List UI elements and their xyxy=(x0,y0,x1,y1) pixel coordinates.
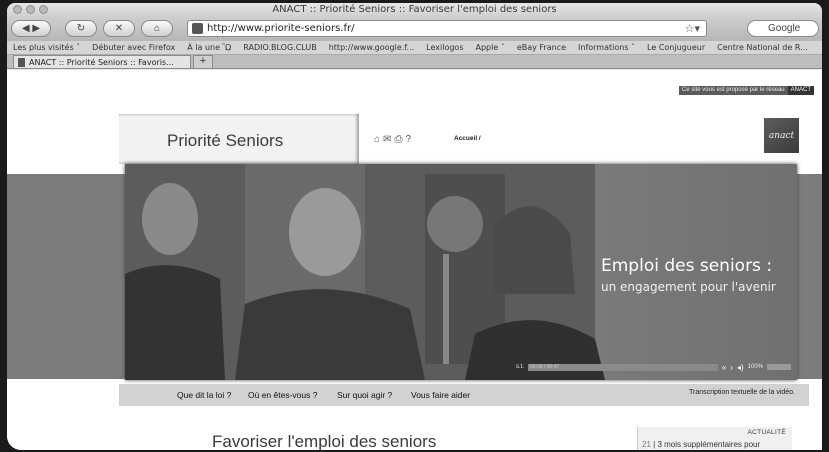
video-player-controls: s.t. 00:00 / 00:47 « › ◂) 100% xyxy=(516,362,791,372)
site-title[interactable]: Priorité Seniors xyxy=(167,131,283,151)
nav-item-vous-faire-aider[interactable]: Vous faire aider xyxy=(411,390,470,400)
search-engine-label[interactable]: Google xyxy=(768,23,800,34)
back-forward-button[interactable]: ◀ ▶ xyxy=(11,20,51,37)
home-icon: ⌂ xyxy=(153,23,161,34)
breadcrumb[interactable]: Accueil / xyxy=(454,135,481,142)
home-icon[interactable]: ⌂ xyxy=(374,134,380,145)
bookmark-item[interactable]: Informations ˇ xyxy=(578,43,635,52)
hero-title: Emploi des seniors : xyxy=(601,256,773,276)
site-header: Priorité Seniors ⌂ ✉ ⎙ ? Accueil / anact xyxy=(119,114,799,164)
nav-item-loi[interactable]: Que dit la loi ? xyxy=(177,390,231,400)
video-transcript-link[interactable]: Transcription textuelle de la vidéo. xyxy=(689,389,795,396)
stop-icon: ✕ xyxy=(114,23,124,34)
new-tab-button[interactable]: + xyxy=(193,55,213,68)
bookmark-item[interactable]: eBay France xyxy=(517,43,566,52)
tab-favicon-icon xyxy=(18,57,25,67)
title-bar: ANACT :: Priorité Seniors :: Favoriser l… xyxy=(7,3,822,17)
header-icons: ⌂ ✉ ⎙ ? xyxy=(374,134,411,145)
bookmark-item[interactable]: Apple ˇ xyxy=(475,43,504,52)
nav-item-sur-quoi-agir[interactable]: Sur quoi agir ? xyxy=(337,390,392,400)
print-icon[interactable]: ⎙ xyxy=(394,134,402,145)
bookmark-item[interactable]: http://www.google.f... xyxy=(329,43,414,52)
mail-icon[interactable]: ✉ xyxy=(383,134,391,145)
bookmark-item[interactable]: Lexilogos xyxy=(426,43,463,52)
back-arrow-icon[interactable]: ◀ xyxy=(22,23,30,34)
bookmark-item[interactable]: Débuter avec Firefox xyxy=(92,43,175,52)
page-title: Favoriser l'emploi des seniors xyxy=(212,432,437,450)
network-banner[interactable]: Ce site vous est proposé par le réseau A… xyxy=(678,86,814,95)
news-label: ACTUALITÉ xyxy=(747,429,786,436)
bookmark-item[interactable]: RADIO.BLOG.CLUB xyxy=(243,43,316,52)
news-box: ACTUALITÉ 21 | 3 mois supplémentaires po… xyxy=(637,427,792,450)
bookmark-star-icon[interactable]: ☆▾ xyxy=(685,22,700,35)
site-favicon-icon xyxy=(192,23,203,34)
video-progress-bar[interactable]: 00:00 / 00:47 xyxy=(528,363,718,371)
video-time: 00:00 / 00:47 xyxy=(530,363,560,370)
news-item[interactable]: 21 | 3 mois supplémentaires pour xyxy=(642,440,760,449)
brand-card: Priorité Seniors xyxy=(119,114,359,164)
search-input[interactable]: Google xyxy=(747,20,819,37)
volume-slider[interactable] xyxy=(767,364,791,370)
zoom-level[interactable]: 100% xyxy=(748,364,763,370)
bookmark-item[interactable]: Les plus visités ˇ xyxy=(13,43,80,52)
reload-button[interactable]: ↻ xyxy=(65,20,97,37)
forward-arrow-icon[interactable]: ▶ xyxy=(32,23,40,34)
web-page: Ce site vous est proposé par le réseau A… xyxy=(7,70,822,450)
play-icon[interactable]: › xyxy=(730,363,733,372)
bookmark-item[interactable]: Centre National de R... xyxy=(717,43,808,52)
tab-label[interactable]: ANACT :: Priorité Seniors :: Favoris... xyxy=(29,58,174,67)
site-nav: Que dit la loi ? Où en êtes-vous ? Sur q… xyxy=(119,384,809,406)
anact-logo[interactable]: anact xyxy=(764,118,799,153)
home-button[interactable]: ⌂ xyxy=(141,20,173,37)
news-item-number: 21 xyxy=(642,440,651,449)
address-bar[interactable]: http://www.priorite-seniors.fr/ ☆▾ xyxy=(187,20,707,37)
logo-text: anact xyxy=(768,130,795,141)
window-title: ANACT :: Priorité Seniors :: Favoriser l… xyxy=(272,4,557,15)
stop-button[interactable]: ✕ xyxy=(103,20,135,37)
hero-video[interactable]: Emploi des seniors : un engagement pour … xyxy=(125,164,797,380)
nav-item-ou-en-etes-vous[interactable]: Où en êtes-vous ? xyxy=(248,390,317,400)
hero-subtitle: un engagement pour l'avenir xyxy=(601,280,776,294)
network-brand[interactable]: ANACT xyxy=(787,86,814,95)
browser-window: ANACT :: Priorité Seniors :: Favoriser l… xyxy=(7,3,822,450)
volume-icon[interactable]: ◂) xyxy=(737,363,744,372)
bookmark-item[interactable]: À la une ᾪ xyxy=(187,43,231,52)
subtitles-toggle[interactable]: s.t. xyxy=(516,364,524,370)
bookmark-item[interactable]: Le Conjugueur xyxy=(647,43,705,52)
tab-anact[interactable]: ANACT :: Priorité Seniors :: Favoris... xyxy=(13,55,191,68)
tab-bar: ANACT :: Priorité Seniors :: Favoris... … xyxy=(7,55,822,69)
address-url[interactable]: http://www.priorite-seniors.fr/ xyxy=(207,23,354,34)
bookmarks-bar: Les plus visités ˇ Débuter avec Firefox … xyxy=(7,41,822,55)
reload-icon: ↻ xyxy=(76,23,86,34)
network-text[interactable]: Ce site vous est proposé par le réseau xyxy=(678,86,788,95)
news-item-text[interactable]: 3 mois supplémentaires pour xyxy=(657,440,760,449)
rewind-icon[interactable]: « xyxy=(722,363,726,372)
navigation-toolbar: ◀ ▶ ↻ ✕ ⌂ http://www.priorite-seniors.fr… xyxy=(7,17,822,41)
help-icon[interactable]: ? xyxy=(405,134,411,145)
